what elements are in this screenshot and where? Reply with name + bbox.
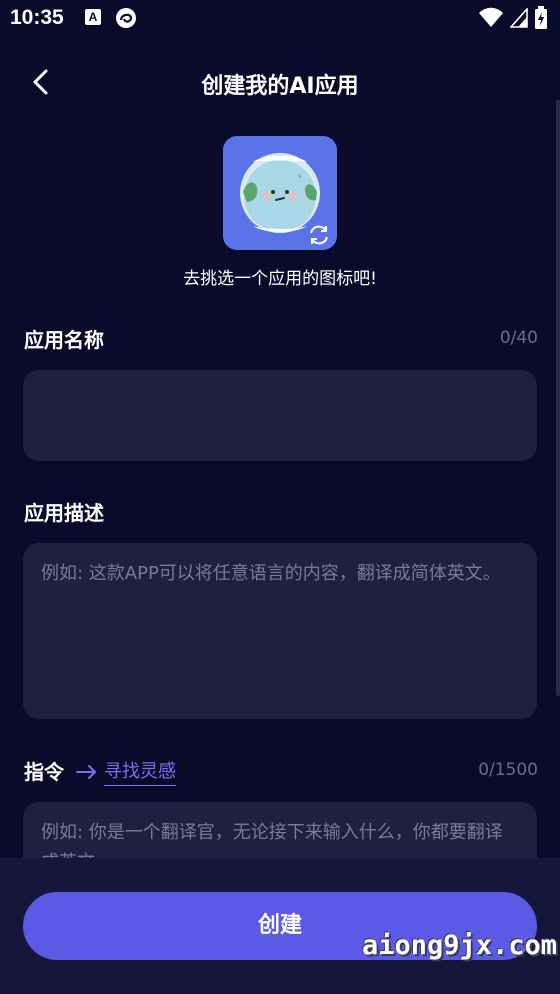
battery-charging-icon (535, 6, 547, 29)
header: 创建我的AI应用 (0, 56, 560, 110)
app-description-label: 应用描述 (24, 501, 104, 525)
accessibility-a-icon: A (85, 9, 101, 25)
status-bar: 10:35 A (0, 0, 560, 38)
find-inspiration-link[interactable]: 寻找灵感 (76, 757, 176, 786)
page-title: 创建我的AI应用 (201, 74, 359, 99)
scrollbar[interactable] (556, 100, 560, 696)
browser-icon (116, 8, 136, 28)
wifi-icon (479, 7, 503, 27)
arrow-right-icon (76, 764, 96, 779)
app-description-input[interactable]: 例如: 这款APP可以将任意语言的内容，翻译成简体英文。 (23, 543, 537, 719)
instruction-counter: 0/1500 (478, 760, 538, 780)
signal-icon (510, 8, 528, 28)
app-name-label: 应用名称 (24, 328, 104, 352)
icon-picker-hint: 去挑选一个应用的图标吧! (183, 269, 377, 289)
status-time: 10:35 (10, 6, 64, 29)
refresh-icon[interactable] (306, 222, 332, 248)
app-name-input[interactable] (23, 370, 537, 461)
watermark: aiong9jx.com (362, 930, 558, 961)
instruction-label: 指令 (24, 760, 64, 784)
find-inspiration-label: 寻找灵感 (104, 757, 176, 786)
app-description-placeholder: 例如: 这款APP可以将任意语言的内容，翻译成简体英文。 (41, 563, 501, 584)
app-name-counter: 0/40 (499, 328, 538, 348)
status-right-icons (478, 6, 548, 30)
